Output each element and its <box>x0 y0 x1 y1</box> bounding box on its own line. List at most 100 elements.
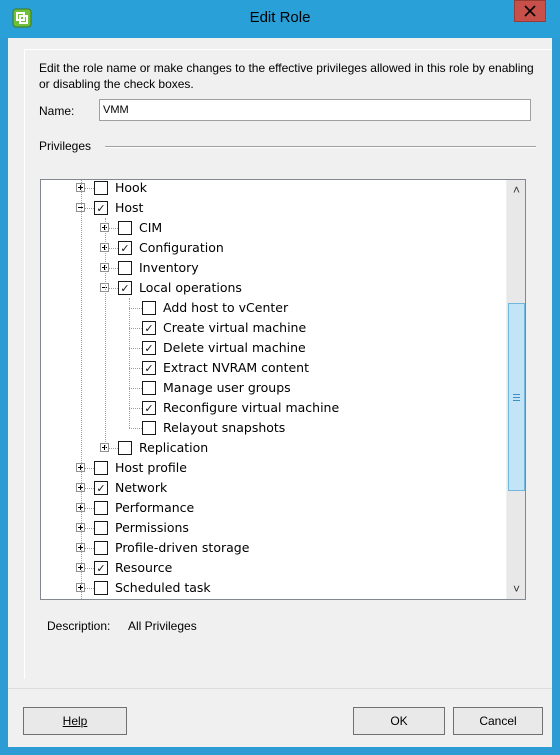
privilege-label: Scheduled task <box>115 580 211 595</box>
privilege-checkbox[interactable]: ✓ <box>142 321 156 335</box>
cancel-button-label: Cancel <box>479 714 517 728</box>
ok-button[interactable]: OK <box>353 707 445 735</box>
privilege-label: Reconfigure virtual machine <box>163 400 340 415</box>
privilege-checkbox[interactable]: ✓ <box>142 361 156 375</box>
privilege-checkbox[interactable] <box>142 381 156 395</box>
tree-row: ✓ Extract NVRAM content <box>41 358 506 378</box>
tree-row: Hook <box>41 180 506 198</box>
tree-connector <box>129 308 142 309</box>
edit-role-window: Edit Role Edit the role name or make cha… <box>0 0 560 755</box>
privilege-checkbox[interactable] <box>118 221 132 235</box>
tree-row: ✓ Local operations <box>41 278 506 298</box>
chevron-up-icon: ˄ <box>512 183 520 197</box>
privilege-label: Extract NVRAM content <box>163 360 309 375</box>
tree-row: Add host to vCenter <box>41 298 506 318</box>
intro-text: Edit the role name or make changes to th… <box>39 61 534 91</box>
name-label: Name: <box>39 104 75 118</box>
close-icon <box>524 5 536 17</box>
help-button[interactable]: Help <box>23 707 127 735</box>
privilege-checkbox[interactable]: ✓ <box>94 561 108 575</box>
privilege-checkbox[interactable] <box>94 521 108 535</box>
title-bar[interactable]: Edit Role <box>0 0 560 38</box>
tree-row: Profile-driven storage <box>41 538 506 558</box>
privilege-label: Configuration <box>139 240 224 255</box>
privilege-checkbox[interactable]: ✓ <box>118 241 132 255</box>
privilege-checkbox[interactable] <box>142 301 156 315</box>
tree-row: Permissions <box>41 518 506 538</box>
privilege-label: Profile-driven storage <box>115 540 250 555</box>
tree-row: Host profile <box>41 458 506 478</box>
tree-row: ✓ Configuration <box>41 238 506 258</box>
privilege-label: Inventory <box>139 260 199 275</box>
tree-connector <box>129 388 142 389</box>
privilege-label: Network <box>115 480 168 495</box>
ok-button-label: OK <box>390 714 408 728</box>
tree-row: ✓ Create virtual machine <box>41 318 506 338</box>
scroll-up-button[interactable]: ˄ <box>507 180 525 200</box>
privileges-tree[interactable]: Hook ✓ Host CIM ✓ Configuration Inventory ✓ Loca… <box>40 179 526 600</box>
cancel-button[interactable]: Cancel <box>453 707 543 735</box>
dialog-body: Edit the role name or make changes to th… <box>8 38 552 747</box>
privilege-label: Host <box>115 200 144 215</box>
privileges-label: Privileges <box>39 139 92 153</box>
scroll-down-button[interactable]: ˅ <box>507 579 525 599</box>
scroll-grip-icon <box>513 393 520 401</box>
tree-connector <box>129 428 142 429</box>
privilege-checkbox[interactable] <box>94 461 108 475</box>
privilege-checkbox[interactable] <box>118 441 132 455</box>
privilege-label: Hook <box>115 180 147 195</box>
tree-row: ✓ Network <box>41 478 506 498</box>
tree-row: ✓ Reconfigure virtual machine <box>41 398 506 418</box>
privilege-label: Performance <box>115 500 195 515</box>
tree-row: Performance <box>41 498 506 518</box>
role-name-input[interactable] <box>99 99 531 121</box>
privilege-label: Relayout snapshots <box>163 420 286 435</box>
tree-guide <box>105 218 106 448</box>
privilege-label: Permissions <box>115 520 189 535</box>
tree-row: ✓ Host <box>41 198 506 218</box>
footer-divider <box>8 688 552 689</box>
tree-scrollbar[interactable]: ˄ ˅ <box>506 180 525 599</box>
tree-connector <box>129 328 142 329</box>
privilege-label: Add host to vCenter <box>163 300 289 315</box>
privilege-checkbox[interactable] <box>118 261 132 275</box>
privileges-tree-content: Hook ✓ Host CIM ✓ Configuration Inventory ✓ Loca… <box>41 180 506 599</box>
privilege-checkbox[interactable] <box>94 541 108 555</box>
privilege-label: Local operations <box>139 280 242 295</box>
privilege-label: Create virtual machine <box>163 320 307 335</box>
privilege-checkbox[interactable] <box>94 181 108 195</box>
tree-guide <box>81 180 82 599</box>
privileges-divider <box>105 146 536 148</box>
privilege-label: Delete virtual machine <box>163 340 306 355</box>
privilege-checkbox[interactable]: ✓ <box>94 201 108 215</box>
privilege-checkbox[interactable] <box>142 421 156 435</box>
tree-row: Manage user groups <box>41 378 506 398</box>
privilege-label: Manage user groups <box>163 380 291 395</box>
privilege-label: Replication <box>139 440 209 455</box>
privilege-label: CIM <box>139 220 163 235</box>
tree-row: ✓ Delete virtual machine <box>41 338 506 358</box>
close-button[interactable] <box>514 0 546 22</box>
privilege-checkbox[interactable]: ✓ <box>142 401 156 415</box>
chevron-down-icon: ˅ <box>512 582 520 596</box>
tree-row: Relayout snapshots <box>41 418 506 438</box>
description-label: Description: <box>47 619 111 633</box>
tree-connector <box>129 368 142 369</box>
tree-row: Replication <box>41 438 506 458</box>
description-value: All Privileges <box>128 619 197 633</box>
tree-row: Inventory <box>41 258 506 278</box>
privilege-checkbox[interactable] <box>94 581 108 595</box>
tree-row: ✓ Resource <box>41 558 506 578</box>
privilege-checkbox[interactable]: ✓ <box>94 481 108 495</box>
privilege-label: Host profile <box>115 460 187 475</box>
tree-row: Scheduled task <box>41 578 506 598</box>
tree-guide <box>129 298 130 428</box>
privilege-checkbox[interactable] <box>94 501 108 515</box>
tree-row: CIM <box>41 218 506 238</box>
privilege-label: Resource <box>115 560 173 575</box>
tree-connector <box>129 408 142 409</box>
privilege-checkbox[interactable]: ✓ <box>142 341 156 355</box>
privilege-checkbox[interactable]: ✓ <box>118 281 132 295</box>
scroll-thumb[interactable] <box>508 303 525 491</box>
help-button-label: Help <box>62 714 88 728</box>
